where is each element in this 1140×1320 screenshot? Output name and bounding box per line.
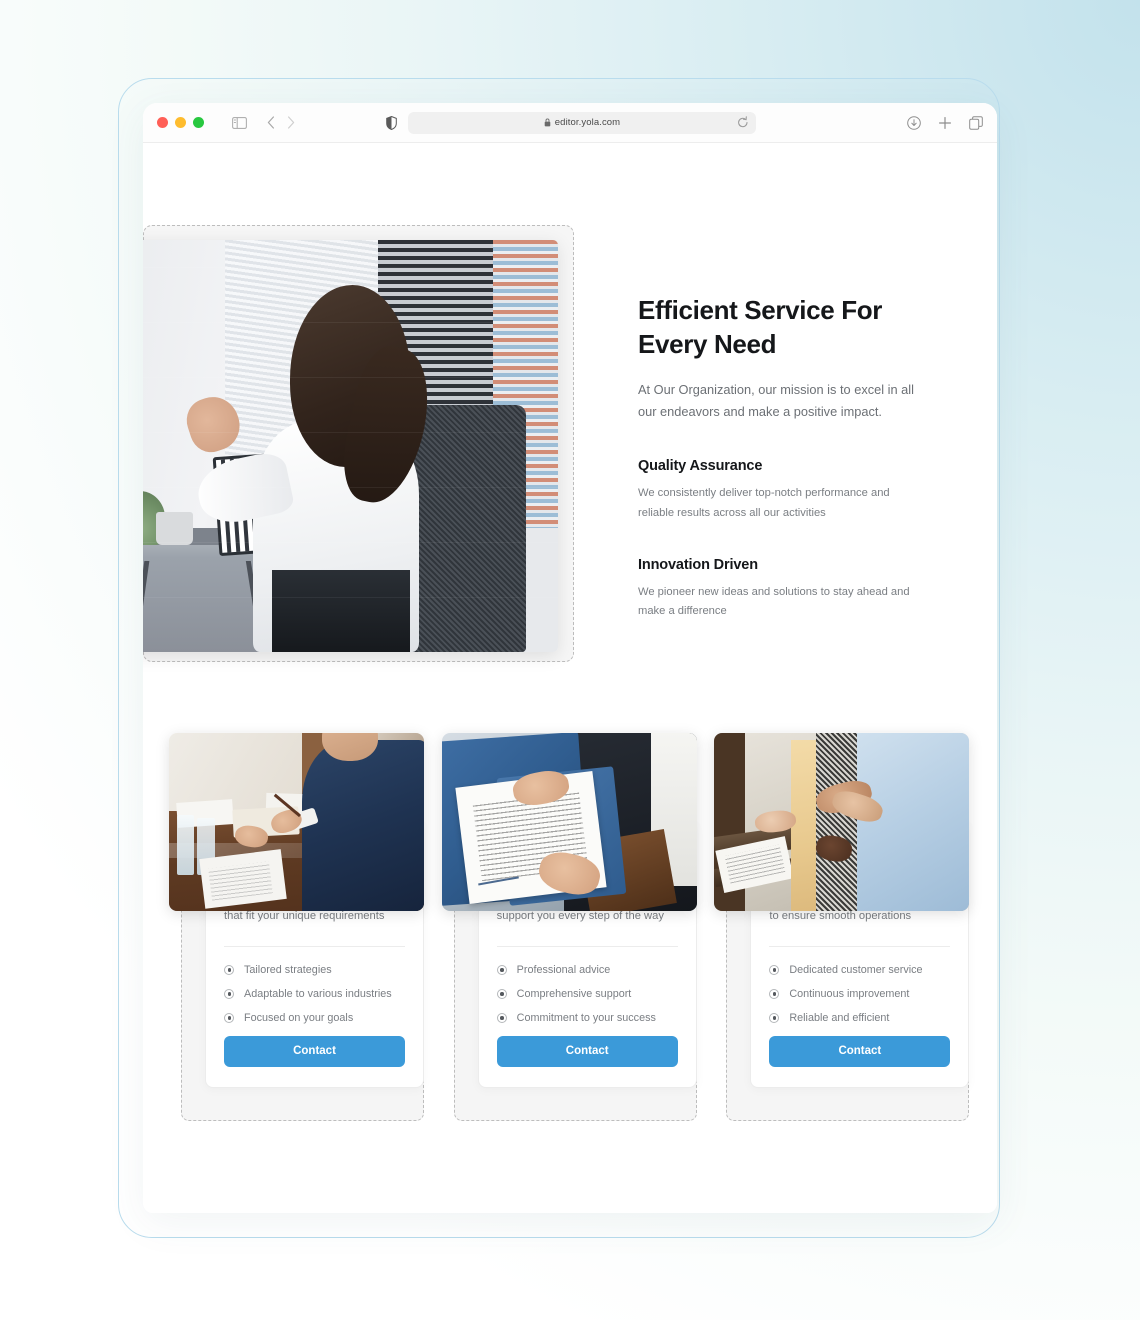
- bullet-icon: [224, 964, 234, 975]
- card-feature-list: Tailored strategies Adaptable to various…: [224, 964, 405, 1024]
- window-controls[interactable]: [157, 117, 204, 128]
- list-item[interactable]: Comprehensive support: [496, 987, 678, 1000]
- card-image[interactable]: [441, 733, 697, 911]
- feature-title: Quality Assurance: [638, 458, 763, 475]
- list-item-label: Tailored strategies: [244, 963, 332, 976]
- contact-button[interactable]: Contact: [769, 1035, 951, 1067]
- hero-subtitle[interactable]: At Our Organization, our mission is to e…: [638, 379, 928, 425]
- list-item[interactable]: Focused on your goals: [224, 1012, 405, 1024]
- card-image[interactable]: [169, 733, 424, 911]
- card-image[interactable]: [714, 733, 970, 911]
- hero-image[interactable]: [143, 240, 558, 652]
- download-icon[interactable]: [907, 115, 921, 130]
- card-divider: [769, 945, 951, 947]
- plus-icon[interactable]: [938, 116, 952, 130]
- sidebar-toggle-icon[interactable]: [232, 116, 247, 129]
- list-item[interactable]: Continuous improvement: [769, 988, 950, 1000]
- contact-button[interactable]: Contact: [496, 1035, 678, 1067]
- bullet-icon: [496, 1012, 507, 1023]
- browser-toolbar: editor.yola.com: [143, 103, 997, 143]
- bullet-icon: [496, 964, 507, 975]
- bullet-icon: [224, 988, 234, 999]
- website-canvas: Efficient Service For Every Need At Our …: [143, 143, 997, 1213]
- bullet-icon: [769, 964, 780, 975]
- privacy-shield-icon[interactable]: [386, 115, 397, 130]
- card-feature-list: Dedicated customer service Continuous im…: [769, 964, 950, 1024]
- forward-arrow-icon[interactable]: [287, 116, 295, 129]
- back-arrow-icon[interactable]: [267, 116, 275, 129]
- list-item[interactable]: Adaptable to various industries: [224, 988, 405, 1000]
- list-item[interactable]: Commitment to your success: [496, 1011, 678, 1024]
- url-text: editor.yola.com: [554, 117, 621, 128]
- address-bar[interactable]: editor.yola.com: [408, 111, 756, 134]
- reload-icon[interactable]: [737, 115, 749, 129]
- page-title[interactable]: Efficient Service For Every Need: [638, 293, 928, 362]
- list-item[interactable]: Reliable and efficient: [769, 1012, 950, 1024]
- hero-image-art: [143, 240, 558, 652]
- close-window-button[interactable]: [157, 117, 168, 128]
- bullet-icon: [769, 1012, 780, 1023]
- list-item[interactable]: Dedicated customer service: [769, 964, 950, 976]
- hero-copy: Efficient Service For Every Need At Our …: [638, 293, 928, 622]
- toolbar-right-actions: [907, 115, 983, 130]
- lock-icon: [544, 118, 551, 127]
- list-item[interactable]: Tailored strategies: [224, 964, 405, 976]
- list-item-label: Professional advice: [516, 963, 611, 976]
- list-item-label: Commitment to your success: [516, 1011, 656, 1024]
- tab-overview-icon[interactable]: [969, 115, 983, 130]
- list-item[interactable]: Professional advice: [496, 963, 678, 976]
- feature-desc: We pioneer new ideas and solutions to st…: [638, 585, 910, 618]
- list-item-label: Continuous improvement: [789, 987, 910, 1000]
- card-image-art: [441, 733, 697, 911]
- feature-innovation-driven[interactable]: Innovation Driven We pioneer new ideas a…: [638, 557, 928, 622]
- feature-title: Innovation Driven: [638, 556, 758, 573]
- list-item-label: Comprehensive support: [516, 987, 632, 1000]
- bullet-icon: [496, 988, 507, 999]
- card-image-art: [714, 733, 970, 911]
- card-divider: [496, 945, 678, 947]
- list-item-label: Reliable and efficient: [789, 1011, 890, 1024]
- bullet-icon: [769, 988, 780, 999]
- card-image-art: [169, 733, 424, 911]
- card-divider: [224, 945, 405, 947]
- maximize-window-button[interactable]: [193, 117, 204, 128]
- bullet-icon: [224, 1012, 234, 1023]
- feature-quality-assurance[interactable]: Quality Assurance We consistently delive…: [638, 458, 928, 523]
- contact-button[interactable]: Contact: [224, 1035, 405, 1067]
- list-item-label: Dedicated customer service: [789, 963, 923, 976]
- browser-window: editor.yola.com Efficient Service For Ev…: [143, 103, 997, 1213]
- list-item-label: Adaptable to various industries: [244, 987, 392, 1000]
- feature-desc: We consistently deliver top-notch perfor…: [638, 487, 890, 519]
- card-feature-list: Professional advice Comprehensive suppor…: [496, 963, 678, 1024]
- minimize-window-button[interactable]: [175, 117, 186, 128]
- list-item-label: Focused on your goals: [244, 1011, 354, 1024]
